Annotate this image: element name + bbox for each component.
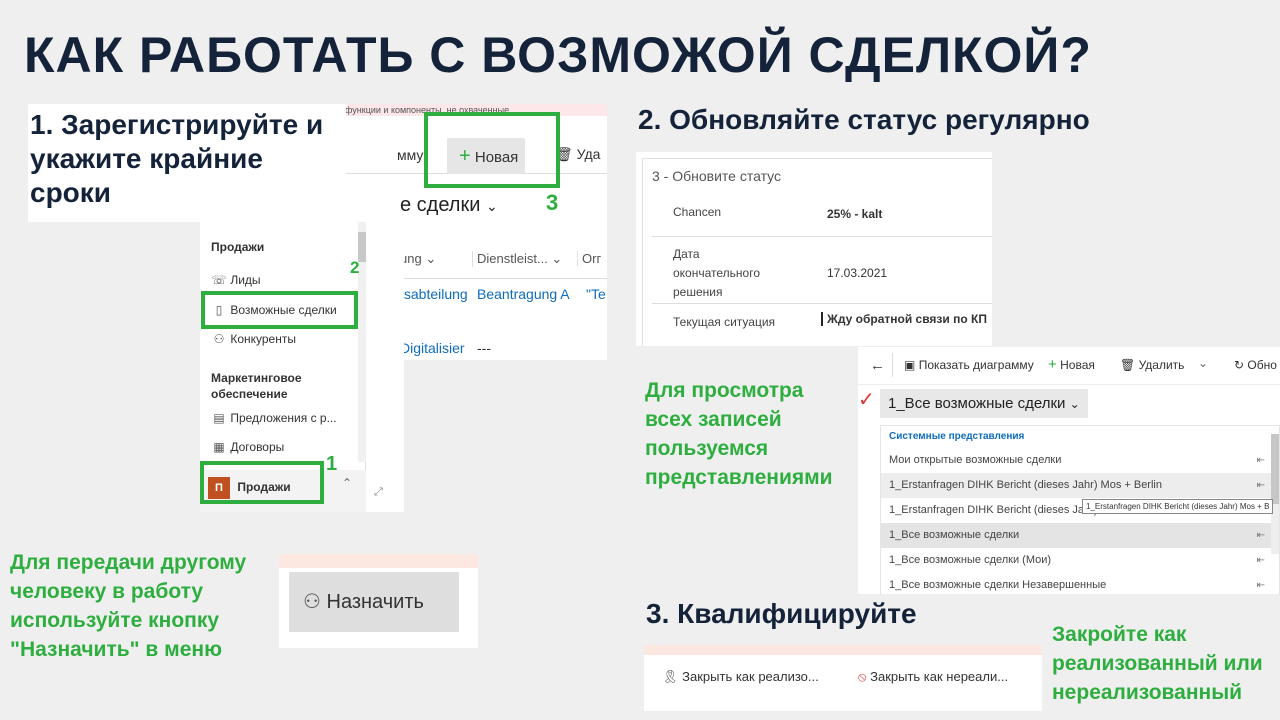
document-icon: ▤ <box>213 411 225 425</box>
marker-2: 2 <box>350 258 360 277</box>
chart-icon: ▣ <box>904 358 916 372</box>
page-title: КАК РАБОТАТЬ С ВОЗМОЖОЙ СДЕЛКОЙ? <box>24 27 1092 83</box>
person-icon: ⚇ <box>213 332 225 346</box>
sitemap-item-leads[interactable]: ☏ Лиды <box>211 273 260 287</box>
view-option[interactable]: Мои открытые возможные сделки ⇤ <box>881 448 1279 473</box>
plus-icon: + <box>1048 356 1057 373</box>
column-header[interactable]: Dienstleist... ⌄ <box>472 251 562 267</box>
tooltip: 1_Erstanfragen DIHK Bericht (dieses Jahr… <box>1082 499 1274 514</box>
table-row[interactable]: Digitalisier --- <box>400 340 607 356</box>
pin-icon: ⇤ <box>1256 480 1265 491</box>
expand-icon[interactable]: ⤢ <box>374 486 383 499</box>
prohibited-icon: ⦸ <box>858 669 867 684</box>
sitemap-item-contracts[interactable]: ▦ Договоры <box>211 440 284 454</box>
qualify-note: Закройте как реализованный или нереализо… <box>1052 623 1263 704</box>
marker-3: 3 <box>546 190 559 215</box>
section-label: Системные представления <box>889 431 1025 442</box>
chevron-updown-icon[interactable]: ⌃ <box>342 476 352 490</box>
toolbar-partial-label: мму <box>397 147 424 163</box>
sitemap-group-marketing: Маркетинговое обеспечение <box>211 371 302 401</box>
qualify-screenshot: 🎗 Закрыть как реализо... ⦸ Закрыть как н… <box>644 645 1042 711</box>
field-label: Текущая ситуация <box>673 315 776 329</box>
ribbon-icon: 🎗 <box>662 669 679 684</box>
view-option[interactable]: 1_Erstanfragen DIHK Bericht (dieses Jahr… <box>881 473 1279 498</box>
chevron-down-icon: ⌄ <box>1069 397 1080 411</box>
marker-1: 1 <box>326 453 338 475</box>
sitemap-item-competitors[interactable]: ⚇ Конкуренты <box>211 332 296 346</box>
close-lost-button[interactable]: ⦸ Закрыть как нереали... <box>858 669 1008 685</box>
highlight-opportunities <box>201 291 358 329</box>
view-selector[interactable]: е сделки ⌄ <box>400 194 498 217</box>
view-option[interactable]: 1_Все возможные сделки (Мои) ⇤ <box>881 548 1279 573</box>
view-selector[interactable]: 1_Все возможные сделки ⌄ <box>880 389 1088 418</box>
refresh-button[interactable]: ↻ Обно <box>1234 358 1277 372</box>
delete-button[interactable]: 🗑 Уда <box>555 146 600 163</box>
column-header[interactable]: ung ⌄ <box>400 251 436 267</box>
new-button[interactable]: + Новая <box>1048 356 1095 373</box>
delete-button[interactable]: 🗑 Удалить <box>1120 358 1184 372</box>
pin-icon: ⇤ <box>1256 580 1265 591</box>
contract-icon: ▦ <box>213 440 225 454</box>
column-header[interactable]: Orг <box>577 251 601 266</box>
field-value[interactable]: 17.03.2021 <box>827 266 887 280</box>
pin-icon: ⇤ <box>1256 455 1265 466</box>
views-note: Для просмотра всех записей пользуемся пр… <box>645 379 833 489</box>
view-option[interactable]: 1_Все возможные сделки ⇤ <box>881 523 1279 548</box>
sitemap-group-sales: Продажи <box>211 240 265 254</box>
field-value[interactable]: Жду обратной связи по КП <box>821 312 987 326</box>
field-label: Дата окончательного решения <box>673 247 760 299</box>
view-option[interactable]: 1_Все возможные сделки Незавершенные ⇤ <box>881 573 1279 594</box>
back-arrow-icon[interactable]: ← <box>870 357 885 374</box>
phone-person-icon: ☏ <box>211 273 227 287</box>
status-card: 3 - Обновите статус Chancen 25% - kalt Д… <box>636 152 992 346</box>
field-label: Chancen <box>673 205 722 219</box>
step3-heading: 3. Квалифицируйте <box>646 598 917 629</box>
refresh-icon: ↻ <box>1234 358 1245 372</box>
trash-icon: 🗑 <box>1120 358 1136 372</box>
more-chevron-icon[interactable]: ⌄ <box>1198 356 1208 370</box>
table-row[interactable]: tsabteilung Beantragung A "Te <box>400 286 607 302</box>
close-won-button[interactable]: 🎗 Закрыть как реализо... <box>662 669 819 685</box>
assign-person-icon: ⚇ <box>303 591 321 613</box>
grid-header: ung ⌄ Dienstleist... ⌄ Orг <box>400 239 607 279</box>
assign-note: Для передачи другому человеку в работу и… <box>10 551 247 661</box>
pin-icon: ⇤ <box>1256 530 1265 541</box>
assign-screenshot: ⚇ Назначить <box>279 554 478 648</box>
chevron-down-icon: ⌄ <box>485 198 498 214</box>
step2-heading: 2. Обновляйте статус регулярно <box>638 104 1090 135</box>
highlight-area-switcher <box>200 461 324 504</box>
views-screenshot: ← ▣ Показать диаграмму + Новая 🗑 Удалить… <box>858 347 1280 594</box>
highlight-new-button <box>424 112 560 188</box>
step1-heading: 1. Зарегистрируйте и укажите крайние сро… <box>28 104 346 222</box>
show-chart-button[interactable]: ▣ Показать диаграмму <box>904 358 1034 372</box>
card-header: 3 - Обновите статус <box>652 168 781 184</box>
assign-button[interactable]: ⚇ Назначить <box>289 572 459 632</box>
red-checkmark: ✓ <box>858 389 875 411</box>
pin-icon: ⇤ <box>1256 555 1265 566</box>
sitemap-item-quotes[interactable]: ▤ Предложения с р... <box>211 411 336 425</box>
field-value[interactable]: 25% - kalt <box>827 207 882 221</box>
